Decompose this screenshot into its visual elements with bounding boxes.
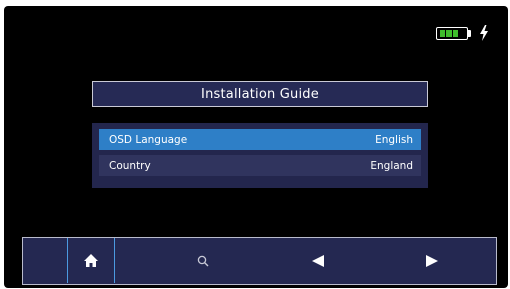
dialog-title-text: Installation Guide [201, 86, 319, 102]
home-icon [84, 254, 98, 267]
menu-item-label: Country [109, 159, 151, 172]
search-icon [197, 255, 209, 266]
arrow-left-icon [312, 254, 324, 267]
battery-icon [436, 27, 468, 40]
home-button[interactable] [67, 238, 115, 283]
menu-item-country[interactable]: Country England [99, 155, 421, 176]
right-button[interactable] [407, 238, 457, 283]
menu-item-value: England [370, 159, 413, 172]
left-button[interactable] [293, 238, 343, 283]
battery-tip [468, 30, 471, 37]
search-button[interactable] [178, 238, 228, 283]
menu-item-osd-language[interactable]: OSD Language English [99, 129, 421, 150]
device-screen: Installation Guide OSD Language English … [4, 6, 508, 288]
bottom-toolbar [22, 237, 497, 285]
arrow-right-icon [426, 254, 438, 267]
dialog-title: Installation Guide [92, 81, 428, 107]
menu-item-label: OSD Language [109, 133, 188, 146]
lightning-bolt-icon [480, 25, 488, 41]
menu-item-value: English [375, 133, 413, 146]
settings-menu: OSD Language English Country England [92, 123, 428, 188]
